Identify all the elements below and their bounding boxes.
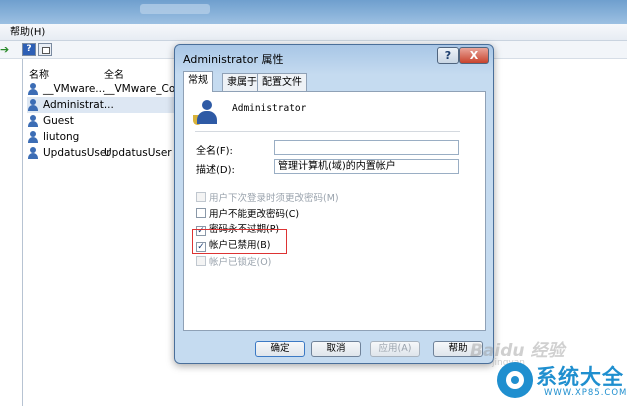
username-label: Administrator	[232, 103, 307, 114]
administrator-user-icon	[193, 100, 219, 126]
forward-arrow-icon[interactable]: ➔	[0, 44, 10, 56]
column-header-fullname[interactable]: 全名	[104, 66, 124, 81]
divider	[195, 131, 460, 132]
background-title-bar	[0, 0, 627, 24]
close-button[interactable]: X	[459, 47, 489, 64]
user-name: UpdatusUser	[43, 147, 111, 159]
column-header-name[interactable]: 名称	[29, 66, 49, 81]
tab-member-of[interactable]: 隶属于	[222, 73, 262, 91]
site-brand-text: 系统大全	[536, 365, 624, 389]
checkbox-must-change-password[interactable]: 用户下次登录时须更改密码(M)	[196, 192, 339, 205]
user-name: __VMware...	[43, 83, 106, 95]
help-button[interactable]: ?	[437, 47, 459, 64]
site-logo-icon	[497, 362, 533, 398]
dialog-title: Administrator 属性	[183, 53, 284, 66]
user-name: Administrat...	[43, 99, 114, 111]
checkbox-label: 用户下次登录时须更改密码(M)	[209, 193, 339, 204]
apply-button[interactable]: 应用(A)	[370, 341, 420, 357]
tree-pane[interactable]	[0, 59, 23, 406]
user-fullname: UpdatusUser	[104, 147, 172, 159]
user-icon	[27, 147, 39, 159]
checkbox-account-locked[interactable]: 帐户已锁定(O)	[196, 256, 271, 269]
user-name: Guest	[43, 115, 74, 127]
user-name: liutong	[43, 131, 80, 143]
tab-general[interactable]: 常规	[183, 71, 213, 92]
menu-bar: 帮助(H)	[0, 24, 627, 41]
fullname-input[interactable]	[274, 140, 459, 155]
properties-dialog: Administrator 属性 ? X 常规 隶属于 配置文件 Adminis…	[174, 44, 494, 364]
description-label: 描述(D):	[196, 165, 235, 176]
tab-profile[interactable]: 配置文件	[257, 73, 307, 91]
highlight-annotation-box	[192, 229, 287, 254]
description-input[interactable]: 管理计算机(域)的内置帐户	[274, 159, 459, 174]
menu-help[interactable]: 帮助(H)	[10, 27, 45, 38]
checkbox-box	[196, 256, 206, 266]
ok-button[interactable]: 确定	[255, 341, 305, 357]
site-url-text: WWW.XP85.COM	[544, 388, 627, 398]
checkbox-box	[196, 192, 206, 202]
help-icon[interactable]: ?	[22, 43, 36, 56]
user-icon	[27, 131, 39, 143]
admin-user-icon	[27, 99, 39, 111]
cancel-button[interactable]: 取消	[311, 341, 361, 357]
checkbox-box	[196, 208, 206, 218]
fullname-label: 全名(F):	[196, 146, 233, 157]
properties-icon[interactable]	[38, 43, 52, 56]
blurred-title-text	[140, 4, 210, 14]
user-icon	[27, 83, 39, 95]
checkbox-label: 用户不能更改密码(C)	[209, 209, 300, 220]
checkbox-cannot-change-password[interactable]: 用户不能更改密码(C)	[196, 208, 299, 221]
user-icon	[27, 115, 39, 127]
checkbox-label: 帐户已锁定(O)	[209, 257, 272, 268]
